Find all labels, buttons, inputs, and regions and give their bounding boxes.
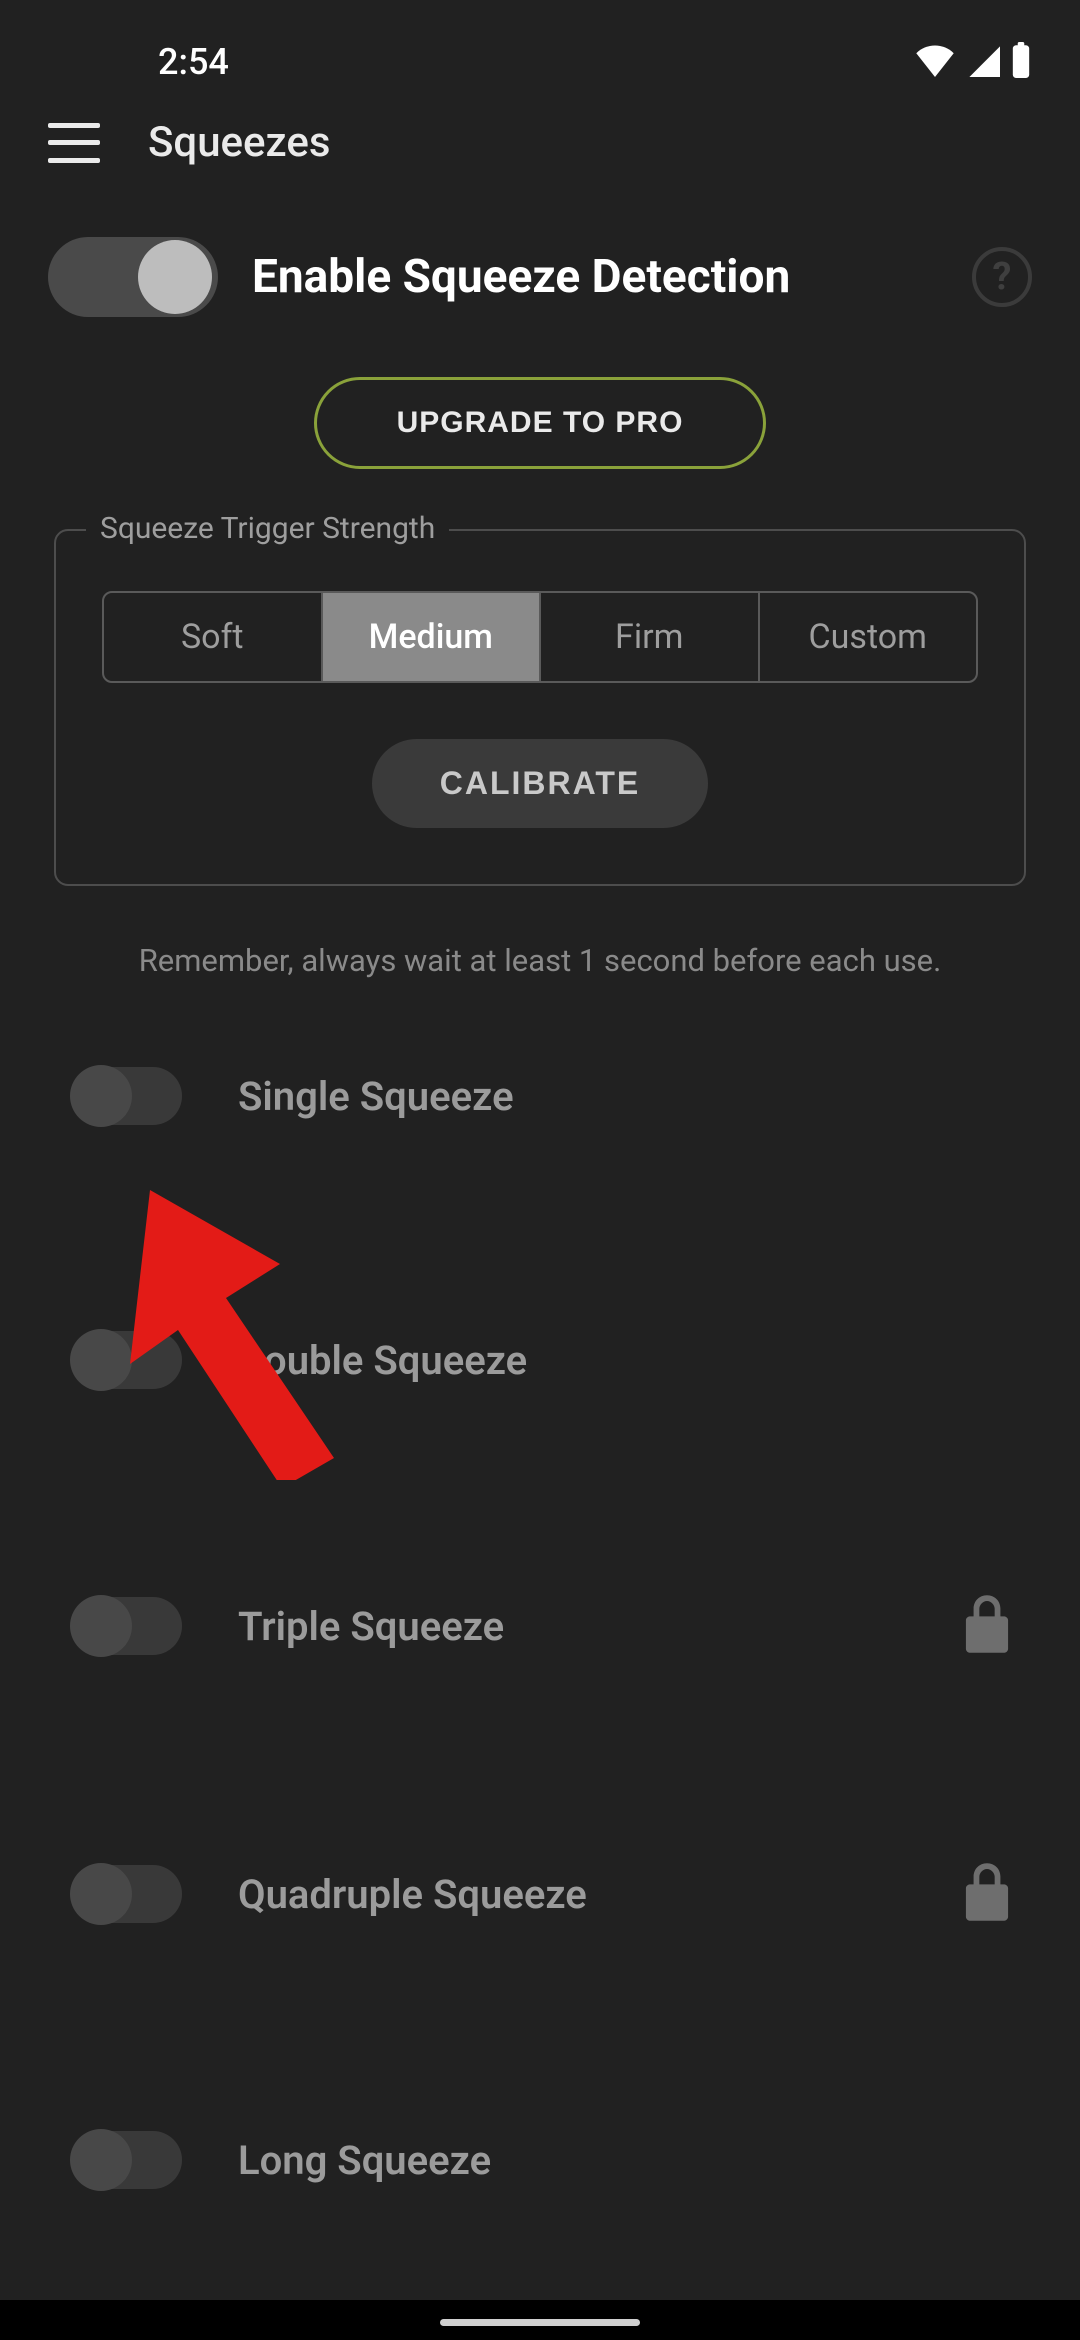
long-squeeze-row[interactable]: Long Squeeze	[0, 2073, 1080, 2247]
quadruple-squeeze-label: Quadruple Squeeze	[238, 1871, 908, 1918]
long-squeeze-label: Long Squeeze	[238, 2137, 1010, 2184]
double-squeeze-toggle[interactable]	[72, 1331, 182, 1389]
app-bar: Squeezes	[0, 100, 1080, 207]
status-time: 2:54	[158, 41, 229, 83]
enable-squeeze-label: Enable Squeeze Detection	[252, 250, 938, 304]
strength-segmented: Soft Medium Firm Custom	[102, 591, 978, 683]
double-squeeze-label: Double Squeeze	[238, 1337, 1010, 1384]
double-squeeze-row[interactable]: Double Squeeze	[0, 1273, 1080, 1447]
strength-group: Squeeze Trigger Strength Soft Medium Fir…	[54, 529, 1026, 886]
enable-squeeze-row: Enable Squeeze Detection ?	[0, 207, 1080, 347]
single-squeeze-label: Single Squeeze	[238, 1073, 1010, 1120]
lock-icon	[964, 1863, 1010, 1925]
quadruple-squeeze-row[interactable]: Quadruple Squeeze	[0, 1805, 1080, 1983]
wifi-icon	[914, 43, 956, 81]
menu-icon[interactable]	[48, 123, 100, 163]
status-bar: 2:54	[0, 0, 1080, 100]
strength-option-medium[interactable]: Medium	[323, 593, 542, 681]
upgrade-to-pro-button[interactable]: UPGRADE TO PRO	[314, 377, 767, 469]
strength-legend: Squeeze Trigger Strength	[86, 511, 449, 546]
strength-option-firm[interactable]: Firm	[541, 593, 760, 681]
cellular-icon	[966, 43, 1000, 81]
home-indicator[interactable]	[440, 2319, 640, 2326]
long-squeeze-toggle[interactable]	[72, 2131, 182, 2189]
triple-squeeze-row[interactable]: Triple Squeeze	[0, 1537, 1080, 1715]
help-icon[interactable]: ?	[972, 247, 1032, 307]
single-squeeze-row[interactable]: Single Squeeze	[0, 1009, 1080, 1183]
hint-text: Remember, always wait at least 1 second …	[40, 942, 1040, 979]
triple-squeeze-toggle[interactable]	[72, 1597, 182, 1655]
status-icons	[914, 42, 1032, 82]
single-squeeze-toggle[interactable]	[72, 1067, 182, 1125]
page-title: Squeezes	[148, 118, 330, 167]
quadruple-squeeze-toggle[interactable]	[72, 1865, 182, 1923]
triple-squeeze-label: Triple Squeeze	[238, 1603, 908, 1650]
calibrate-button[interactable]: CALIBRATE	[372, 739, 709, 828]
battery-icon	[1010, 42, 1032, 82]
lock-icon	[964, 1595, 1010, 1657]
enable-squeeze-toggle[interactable]	[48, 237, 218, 317]
strength-option-soft[interactable]: Soft	[104, 593, 323, 681]
strength-option-custom[interactable]: Custom	[760, 593, 977, 681]
